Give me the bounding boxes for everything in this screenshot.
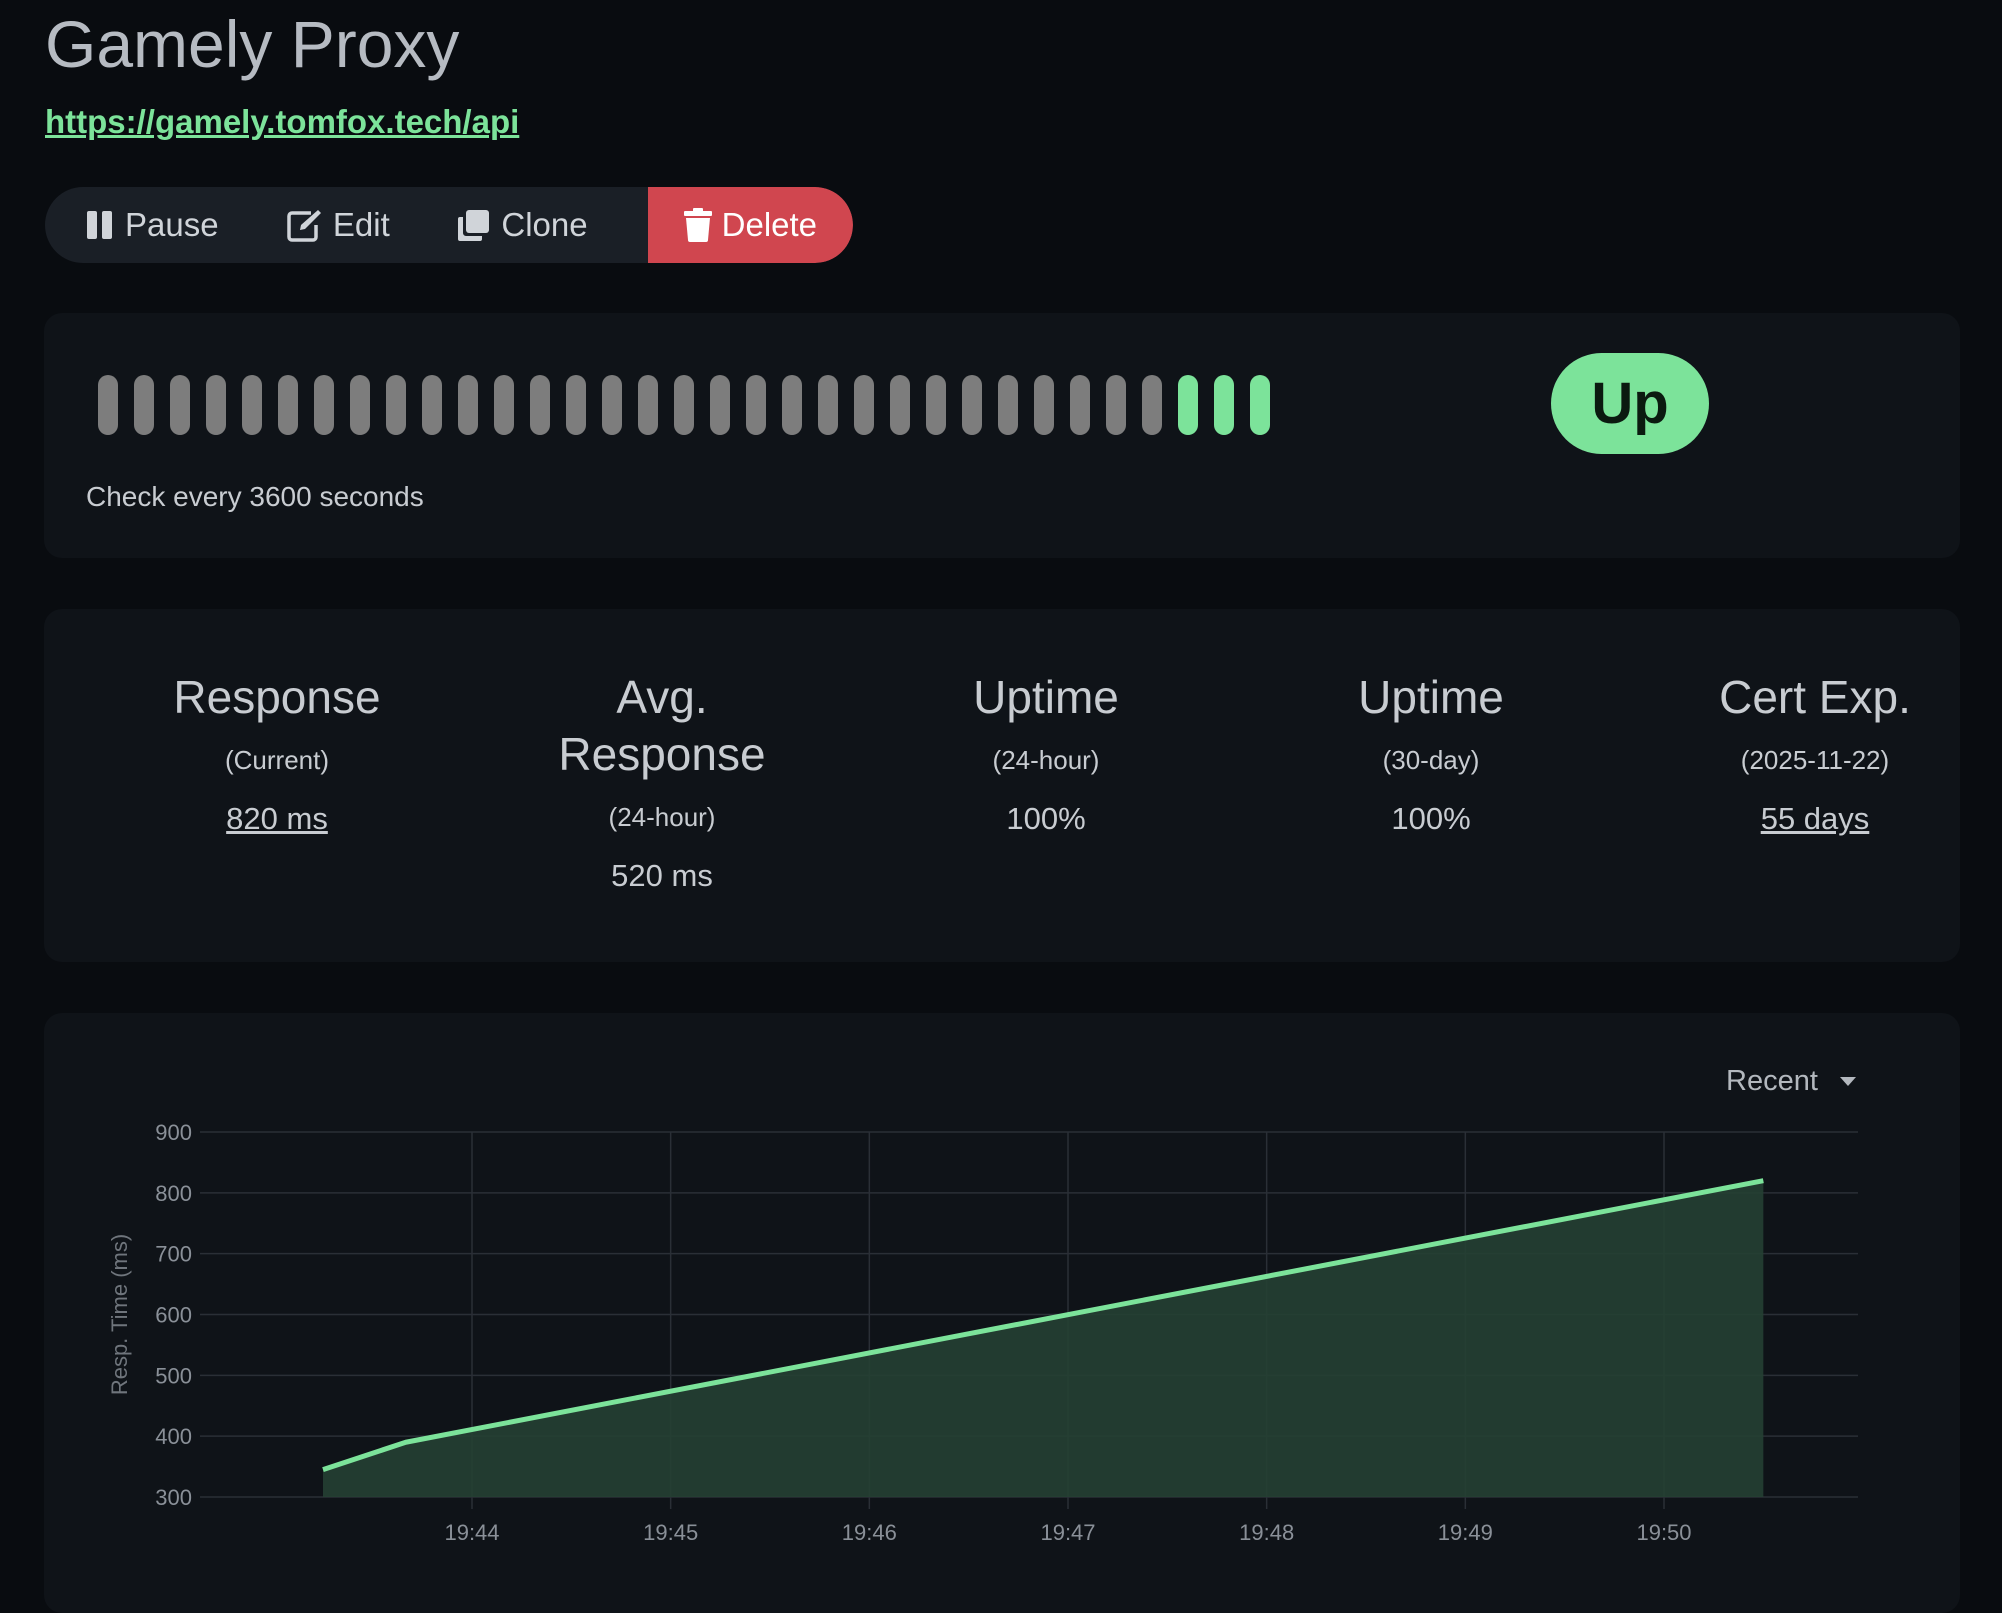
stat-title: Uptime — [866, 669, 1226, 726]
heartbeat-empty[interactable] — [674, 375, 694, 435]
monitor-title: Gamely Proxy — [45, 6, 459, 82]
heartbeat-empty[interactable] — [962, 375, 982, 435]
area-fill — [323, 1181, 1763, 1497]
heartbeat-empty[interactable] — [638, 375, 658, 435]
heartbeat-empty[interactable] — [854, 375, 874, 435]
heartbeat-empty[interactable] — [134, 375, 154, 435]
heartbeat-empty[interactable] — [170, 375, 190, 435]
heartbeat-empty[interactable] — [314, 375, 334, 435]
y-tick-label: 900 — [155, 1120, 192, 1145]
stat-value-link[interactable]: 820 ms — [97, 800, 457, 838]
x-tick-label: 19:47 — [1040, 1520, 1095, 1545]
heartbeat-empty[interactable] — [206, 375, 226, 435]
stat-subtitle: (24-hour) — [866, 744, 1226, 776]
heartbeat-empty[interactable] — [1106, 375, 1126, 435]
stats-card: Response (Current) 820 ms Avg. Response … — [44, 609, 1960, 962]
monitor-actions: Pause Edit Clone Delete — [45, 187, 853, 263]
heartbeat-empty[interactable] — [602, 375, 622, 435]
heartbeat-empty[interactable] — [350, 375, 370, 435]
response-time-chart: 300 400 500 600 700 800 900 19:44 19:45 19:46 19:4… — [44, 1013, 1960, 1593]
heartbeat-bar — [98, 375, 1286, 435]
y-tick-label: 300 — [155, 1485, 192, 1510]
heartbeat-empty[interactable] — [710, 375, 730, 435]
edit-button[interactable]: Edit — [283, 187, 454, 263]
stat-subtitle: (2025-11-22) — [1635, 744, 1995, 776]
pause-icon — [85, 210, 115, 240]
y-tick-label: 600 — [155, 1303, 192, 1328]
stat-value: 520 ms — [482, 857, 842, 895]
heartbeat-empty[interactable] — [422, 375, 442, 435]
clone-label: Clone — [501, 206, 587, 244]
stat-title: Avg. Response — [537, 669, 787, 783]
y-tick-label: 800 — [155, 1181, 192, 1206]
x-tick-label: 19:46 — [842, 1520, 897, 1545]
heartbeat-empty[interactable] — [242, 375, 262, 435]
clone-icon — [457, 208, 491, 242]
edit-icon — [287, 208, 323, 242]
heartbeat-empty[interactable] — [1034, 375, 1054, 435]
x-tick-label: 19:49 — [1438, 1520, 1493, 1545]
heartbeat-empty[interactable] — [98, 375, 118, 435]
stat-response-current: Response (Current) 820 ms — [97, 669, 457, 838]
chart-card: Recent 30040050060070080090019:4419:4519… — [44, 1013, 1960, 1613]
stat-title: Uptime — [1251, 669, 1611, 726]
heartbeat-empty[interactable] — [458, 375, 478, 435]
stat-value: 100% — [1251, 800, 1611, 838]
monitor-url-link[interactable]: https://gamely.tomfox.tech/api — [45, 103, 519, 141]
check-interval-text: Check every 3600 seconds — [86, 481, 424, 513]
edit-label: Edit — [333, 206, 390, 244]
y-tick-label: 500 — [155, 1363, 192, 1388]
stat-cert-expiry: Cert Exp. (2025-11-22) 55 days — [1635, 669, 1995, 838]
stat-uptime-24h: Uptime (24-hour) 100% — [866, 669, 1226, 838]
heartbeat-empty[interactable] — [998, 375, 1018, 435]
stat-avg-response: Avg. Response (24-hour) 520 ms — [482, 669, 842, 895]
heartbeat-empty[interactable] — [278, 375, 298, 435]
heartbeat-card: Up Check every 3600 seconds — [44, 313, 1960, 558]
stat-value-link[interactable]: 55 days — [1635, 800, 1995, 838]
heartbeat-empty[interactable] — [494, 375, 514, 435]
pause-label: Pause — [125, 206, 219, 244]
heartbeat-empty[interactable] — [1142, 375, 1162, 435]
stat-title: Cert Exp. — [1635, 669, 1995, 726]
status-badge: Up — [1551, 353, 1709, 454]
heartbeat-empty[interactable] — [890, 375, 910, 435]
stat-subtitle: (Current) — [97, 744, 457, 776]
heartbeat-empty[interactable] — [926, 375, 946, 435]
stat-uptime-30d: Uptime (30-day) 100% — [1251, 669, 1611, 838]
y-axis-label: Resp. Time (ms) — [107, 1234, 132, 1395]
heartbeat-up[interactable] — [1214, 375, 1234, 435]
x-tick-label: 19:45 — [643, 1520, 698, 1545]
stat-value: 100% — [866, 800, 1226, 838]
trash-icon — [684, 208, 712, 242]
heartbeat-up[interactable] — [1178, 375, 1198, 435]
delete-label: Delete — [722, 206, 817, 244]
heartbeat-empty[interactable] — [566, 375, 586, 435]
heartbeat-empty[interactable] — [530, 375, 550, 435]
delete-button[interactable]: Delete — [648, 187, 853, 263]
heartbeat-empty[interactable] — [818, 375, 838, 435]
x-tick-label: 19:50 — [1636, 1520, 1691, 1545]
y-tick-label: 400 — [155, 1424, 192, 1449]
clone-button[interactable]: Clone — [454, 187, 647, 263]
heartbeat-empty[interactable] — [386, 375, 406, 435]
stat-title: Response — [97, 669, 457, 726]
heartbeat-up[interactable] — [1250, 375, 1270, 435]
stat-subtitle: (30-day) — [1251, 744, 1611, 776]
pause-button[interactable]: Pause — [45, 187, 283, 263]
heartbeat-empty[interactable] — [746, 375, 766, 435]
heartbeat-empty[interactable] — [782, 375, 802, 435]
x-tick-label: 19:44 — [444, 1520, 499, 1545]
y-tick-label: 700 — [155, 1242, 192, 1267]
x-tick-label: 19:48 — [1239, 1520, 1294, 1545]
stat-subtitle: (24-hour) — [482, 801, 842, 833]
heartbeat-empty[interactable] — [1070, 375, 1090, 435]
